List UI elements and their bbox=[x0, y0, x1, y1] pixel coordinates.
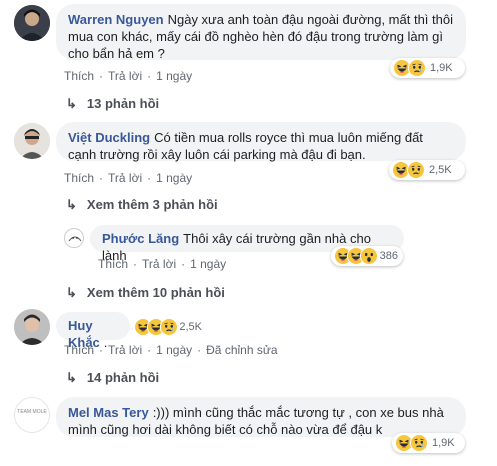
reaction-summary[interactable]: 1,9K bbox=[390, 58, 465, 78]
view-more-replies-link[interactable]: ↳ Xem thêm 3 phản hồi bbox=[66, 197, 218, 213]
reply-arrow-icon: ↳ bbox=[66, 285, 77, 300]
avatar-photo bbox=[14, 309, 50, 345]
comment-time[interactable]: 1 ngày bbox=[156, 171, 192, 185]
wow-icon bbox=[359, 247, 377, 265]
reaction-count: 1,9K bbox=[432, 437, 455, 449]
comment-actions: Thích · Trả lời · 1 ngày · Đã chỉnh sửa bbox=[64, 343, 278, 357]
comment-actions: Thích · Trả lời · 1 ngày bbox=[64, 171, 193, 185]
replies-count: 13 phản hồi bbox=[86, 96, 160, 111]
like-button[interactable]: Thích bbox=[98, 257, 128, 271]
edited-label[interactable]: Đã chỉnh sửa bbox=[206, 343, 277, 357]
reaction-summary[interactable]: 2,5K bbox=[389, 160, 465, 180]
like-button[interactable]: Thích bbox=[64, 171, 94, 185]
comment-time[interactable]: 1 ngày bbox=[156, 69, 192, 83]
reaction-summary[interactable]: 1,9K bbox=[392, 433, 465, 453]
reaction-count: 1,9K bbox=[430, 62, 453, 74]
reply-avatar[interactable] bbox=[64, 228, 84, 248]
view-replies-link[interactable]: ↳ 13 phản hồi bbox=[66, 96, 159, 112]
comment-bubble: Huy Khắc. bbox=[56, 312, 130, 350]
reply-actions: Thích · Trả lời · 1 ngày bbox=[98, 257, 227, 271]
comment-author[interactable]: Việt Duckling bbox=[68, 130, 150, 145]
sad-icon bbox=[159, 318, 177, 336]
more-replies-label: Xem thêm 10 phản hồi bbox=[86, 285, 225, 300]
reply-time[interactable]: 1 ngày bbox=[190, 257, 226, 271]
comment-bubble: Việt Duckling Có tiền mua rolls royce thì… bbox=[56, 122, 466, 162]
like-button[interactable]: Thích bbox=[64, 343, 94, 357]
like-button[interactable]: Thích bbox=[64, 69, 94, 83]
sad-icon bbox=[408, 59, 426, 77]
avatar-photo bbox=[14, 5, 50, 41]
comment-actions: Thích · Trả lời · 1 ngày bbox=[64, 69, 193, 83]
comment-bubble: Mel Mas Tery:))) mình cũng thắc mắc tươn… bbox=[56, 397, 466, 437]
comment-author[interactable]: Warren Nguyen bbox=[68, 12, 164, 27]
comment-bubble: Warren Nguyen Ngày xưa anh toàn đậu ngoài… bbox=[56, 4, 466, 61]
reply-arrow-icon: ↳ bbox=[66, 197, 77, 212]
avatar-photo bbox=[66, 230, 83, 247]
more-replies-label: Xem thêm 3 phản hồi bbox=[86, 197, 218, 212]
reaction-summary[interactable]: 386 bbox=[331, 246, 403, 266]
reaction-count: 386 bbox=[379, 250, 398, 262]
view-more-replies-link[interactable]: ↳ Xem thêm 10 phản hồi bbox=[66, 285, 225, 301]
reaction-count: 2,5K bbox=[429, 164, 452, 176]
reply-arrow-icon: ↳ bbox=[66, 96, 77, 111]
reply-author[interactable]: Phước Lăng bbox=[102, 231, 179, 246]
reply-button[interactable]: Trả lời bbox=[142, 257, 176, 271]
comment-time[interactable]: 1 ngày bbox=[156, 343, 192, 357]
reaction-count: 2,5K bbox=[179, 321, 202, 333]
reply-button[interactable]: Trả lời bbox=[108, 171, 142, 185]
replies-count: 14 phản hồi bbox=[86, 370, 160, 385]
avatar-logo-text: TEAM MOLE bbox=[17, 409, 47, 415]
reply-button[interactable]: Trả lời bbox=[108, 69, 142, 83]
avatar[interactable] bbox=[14, 5, 50, 41]
avatar[interactable] bbox=[14, 123, 50, 159]
avatar[interactable]: TEAM MOLE bbox=[14, 397, 50, 433]
comment-author[interactable]: Mel Mas Tery bbox=[68, 405, 149, 420]
sad-icon bbox=[410, 434, 428, 452]
view-replies-link[interactable]: ↳ 14 phản hồi bbox=[66, 370, 159, 386]
reply-arrow-icon: ↳ bbox=[66, 370, 77, 385]
avatar-photo bbox=[14, 123, 50, 159]
sad-icon bbox=[407, 161, 425, 179]
avatar[interactable] bbox=[14, 309, 50, 345]
reaction-summary[interactable]: 2,5K bbox=[131, 317, 207, 337]
reply-button[interactable]: Trả lời bbox=[108, 343, 142, 357]
